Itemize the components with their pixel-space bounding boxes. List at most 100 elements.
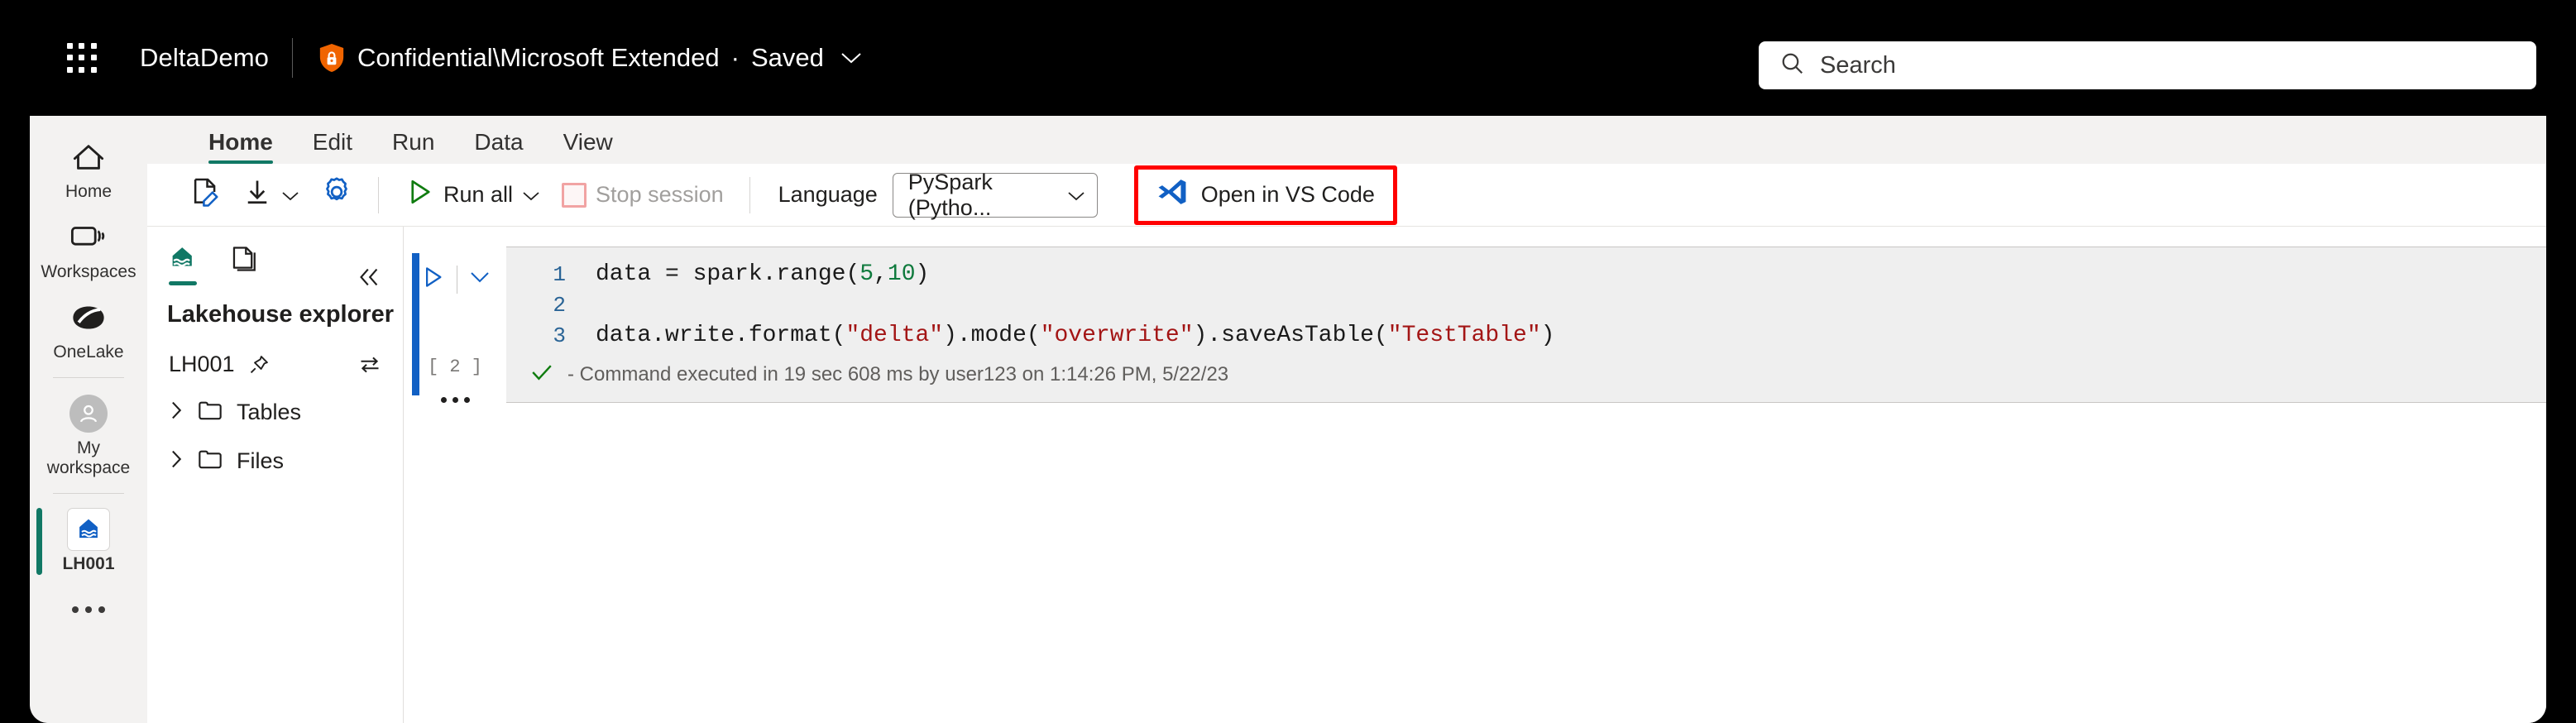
- code-token: 5: [859, 261, 874, 287]
- code-line: 1 data = spark.range( 5 , 10 ): [506, 259, 2546, 290]
- more-horizontal-icon[interactable]: [440, 397, 470, 403]
- edit-document-icon: [189, 176, 221, 213]
- explorer-lakehouse-name[interactable]: LH001: [169, 352, 235, 377]
- swap-arrows-icon[interactable]: [358, 354, 381, 376]
- language-dropdown[interactable]: PySpark (Pytho...: [892, 170, 1098, 220]
- sidebar-item-workspaces[interactable]: Workspaces: [30, 209, 147, 290]
- toolbar-divider: [749, 176, 750, 213]
- play-triangle-icon[interactable]: [420, 265, 445, 294]
- play-triangle-icon: [405, 177, 434, 213]
- cell-selection-indicator: [412, 253, 419, 395]
- tab-edit[interactable]: Edit: [293, 131, 372, 164]
- top-header-bar: DeltaDemo Confidential\Microsoft Extende…: [0, 0, 2576, 116]
- chevron-down-icon[interactable]: [840, 51, 862, 65]
- tree-item-tables[interactable]: Tables: [147, 399, 403, 426]
- code-token: ).saveAsTable(: [1193, 323, 1388, 348]
- cell-status-row: - Command executed in 19 sec 608 ms by u…: [506, 362, 2546, 387]
- stop-session-button[interactable]: Stop session: [551, 172, 735, 218]
- line-number: 1: [553, 261, 566, 287]
- shield-lock-icon[interactable]: [316, 42, 347, 74]
- code-token: ,: [874, 261, 888, 287]
- code-token: data.write.format(: [596, 323, 846, 348]
- explorer-tab-strip: [147, 245, 403, 294]
- run-all-button[interactable]: Run all: [394, 172, 551, 218]
- chevron-down-icon: [1067, 182, 1085, 208]
- folder-icon: [197, 448, 223, 475]
- header-divider: [291, 38, 293, 78]
- explorer-lakehouse-row: LH001: [147, 352, 403, 377]
- download-button[interactable]: [232, 172, 310, 218]
- run-all-label: Run all: [443, 182, 514, 207]
- app-title[interactable]: DeltaDemo: [140, 43, 269, 73]
- vscode-logo-icon: [1156, 176, 1188, 213]
- pin-icon[interactable]: [248, 354, 270, 376]
- tab-home[interactable]: Home: [189, 131, 293, 164]
- settings-button[interactable]: [310, 172, 363, 218]
- code-token: "overwrite": [1040, 323, 1194, 348]
- chevron-down-icon: [281, 182, 299, 208]
- ribbon-tab-strip: Home Edit Run Data View: [147, 116, 2546, 164]
- stop-session-label: Stop session: [596, 182, 724, 207]
- tree-item-label: Files: [237, 448, 285, 473]
- line-number: 3: [553, 323, 566, 348]
- more-horizontal-icon[interactable]: [30, 582, 147, 613]
- header-dot-separator: ·: [730, 43, 740, 72]
- save-state-label: Saved: [750, 43, 824, 72]
- chevron-down-icon[interactable]: [469, 271, 491, 288]
- toolbar-divider: [378, 176, 379, 213]
- tree-item-files[interactable]: Files: [147, 448, 403, 475]
- chevron-double-left-icon[interactable]: [357, 266, 381, 292]
- tab-view[interactable]: View: [543, 131, 633, 164]
- app-window: Home Workspaces OneLake My workspace LH0…: [30, 116, 2546, 723]
- code-token: ): [915, 261, 930, 287]
- sensitivity-label[interactable]: Confidential\Microsoft Extended: [357, 43, 720, 73]
- edit-document-button[interactable]: [179, 172, 232, 218]
- command-toolbar: Run all Stop session Language PySpark (P…: [147, 164, 2546, 227]
- home-icon: [70, 138, 107, 176]
- search-placeholder: Search: [1820, 51, 1896, 79]
- tab-data[interactable]: Data: [454, 131, 543, 164]
- cell-execution-count: [ 2 ]: [427, 357, 482, 377]
- sidebar-item-label: My workspace: [46, 438, 131, 477]
- code-token: ): [1540, 323, 1555, 348]
- open-in-vs-code-label: Open in VS Code: [1200, 182, 1375, 207]
- code-token: data = spark.range(: [596, 261, 860, 287]
- lakehouse-explorer-panel: Lakehouse explorer LH001 Tables Files: [147, 227, 404, 723]
- gear-icon: [321, 176, 352, 213]
- app-launcher-icon[interactable]: [60, 36, 104, 80]
- code-line: 3 data.write.format( "delta" ).mode( "ov…: [506, 320, 2546, 351]
- cell-status-text: - Command executed in 19 sec 608 ms by u…: [567, 363, 1229, 385]
- explorer-tab-lakehouse[interactable]: [167, 245, 199, 285]
- chevron-right-icon[interactable]: [169, 448, 184, 474]
- workspaces-icon: [69, 218, 108, 256]
- workspace-body: Lakehouse explorer LH001 Tables Files […: [147, 227, 2546, 723]
- explorer-tab-notebook[interactable]: [230, 245, 258, 285]
- onelake-icon: [70, 299, 107, 337]
- search-input[interactable]: Search: [1759, 41, 2536, 89]
- chevron-right-icon[interactable]: [169, 400, 184, 425]
- code-token: 10: [887, 261, 916, 287]
- search-icon: [1780, 51, 1805, 80]
- left-nav-rail: Home Workspaces OneLake My workspace LH0…: [30, 116, 147, 723]
- sidebar-divider: [53, 492, 124, 494]
- sidebar-item-lh001[interactable]: LH001: [30, 501, 147, 582]
- stop-square-icon: [562, 182, 587, 208]
- tab-run[interactable]: Run: [372, 131, 454, 164]
- code-token: "delta": [845, 323, 944, 348]
- code-token: "TestTable": [1387, 323, 1541, 348]
- sidebar-item-my-workspace[interactable]: My workspace: [30, 385, 147, 486]
- person-avatar-icon: [69, 394, 108, 433]
- line-number: 2: [553, 292, 566, 318]
- sidebar-item-onelake[interactable]: OneLake: [30, 290, 147, 370]
- code-token: ).mode(: [943, 323, 1041, 348]
- cell-editor[interactable]: 1 data = spark.range( 5 , 10 ) 2 3 data.…: [506, 247, 2546, 403]
- lakehouse-icon: [67, 507, 110, 551]
- checkmark-icon: [529, 362, 554, 387]
- tree-item-label: Tables: [237, 400, 302, 424]
- folder-icon: [197, 399, 223, 426]
- open-in-vs-code-button[interactable]: Open in VS Code: [1143, 173, 1388, 218]
- download-icon: [242, 177, 272, 213]
- sidebar-item-home[interactable]: Home: [30, 129, 147, 209]
- notebook-cell[interactable]: [ 2 ] 1 data = spark.range( 5 , 10 ) 2 3…: [404, 247, 2546, 403]
- main-content-area: Home Edit Run Data View Run all Stop ses…: [147, 116, 2546, 723]
